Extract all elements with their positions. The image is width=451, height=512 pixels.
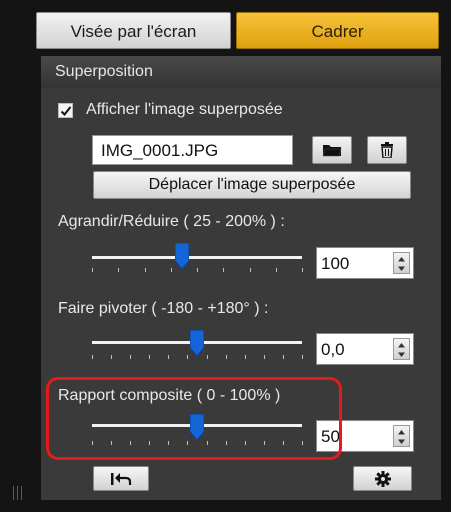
rotate-slider-label: Faire pivoter ( -180 - +180° ) : bbox=[58, 300, 269, 317]
grip-line bbox=[17, 486, 18, 500]
folder-icon bbox=[322, 145, 342, 157]
rotate-value-field[interactable]: 0,0 bbox=[316, 333, 414, 365]
rotate-slider-thumb[interactable] bbox=[190, 330, 204, 356]
show-overlay-label: Afficher l'image superposée bbox=[86, 101, 283, 118]
resize-slider-ticks bbox=[92, 268, 304, 274]
slider-tick bbox=[223, 268, 224, 272]
resize-slider-thumb[interactable] bbox=[175, 243, 189, 269]
slider-tick bbox=[145, 268, 146, 272]
slider-tick bbox=[92, 268, 93, 272]
slider-tick bbox=[302, 355, 303, 359]
slider-tick bbox=[226, 355, 227, 359]
resize-slider-label: Agrandir/Réduire ( 25 - 200% ) : bbox=[58, 213, 285, 230]
slider-tick bbox=[187, 355, 188, 359]
slider-tick bbox=[276, 268, 277, 272]
section-title: Superposition bbox=[41, 56, 441, 88]
resize-slider-track[interactable] bbox=[92, 256, 302, 259]
grip-line bbox=[13, 486, 14, 500]
resize-spinner[interactable] bbox=[393, 252, 410, 274]
rotate-spinner[interactable] bbox=[393, 338, 410, 360]
slider-tick bbox=[207, 355, 208, 359]
panel-resize-grip[interactable] bbox=[0, 440, 40, 512]
composite-spinner[interactable] bbox=[393, 425, 410, 447]
slider-tick bbox=[118, 268, 119, 272]
slider-tick bbox=[92, 355, 93, 359]
slider-tick bbox=[130, 355, 131, 359]
slider-tick bbox=[149, 355, 150, 359]
spinner-arrows-icon bbox=[398, 343, 405, 357]
rotate-value: 0,0 bbox=[321, 340, 345, 359]
slider-tick bbox=[264, 355, 265, 359]
resize-value: 100 bbox=[321, 254, 350, 273]
slider-tick bbox=[111, 355, 112, 359]
slider-tick bbox=[171, 268, 172, 272]
move-overlay-button[interactable]: Déplacer l'image superposée bbox=[93, 171, 411, 199]
overlay-filename-field[interactable]: IMG_0001.JPG bbox=[92, 135, 293, 165]
tab-visee-ecran[interactable]: Visée par l'écran bbox=[36, 12, 231, 49]
settings-button[interactable] bbox=[353, 466, 412, 491]
checkmark-icon bbox=[60, 106, 72, 116]
overlay-panel: Visée par l'écran Cadrer Superposition A… bbox=[0, 0, 451, 512]
reset-icon bbox=[111, 472, 132, 485]
spinner-arrows-icon bbox=[398, 430, 405, 444]
spinner-arrows-icon bbox=[398, 257, 405, 271]
resize-value-field[interactable]: 100 bbox=[316, 247, 414, 279]
slider-tick bbox=[245, 355, 246, 359]
delete-overlay-button[interactable] bbox=[367, 136, 407, 164]
slider-tick bbox=[197, 268, 198, 272]
tab-cadrer[interactable]: Cadrer bbox=[236, 12, 439, 49]
reset-button[interactable] bbox=[93, 466, 149, 491]
gear-icon bbox=[374, 470, 391, 487]
grip-line bbox=[21, 486, 22, 500]
trash-icon bbox=[381, 142, 393, 158]
show-overlay-checkbox[interactable] bbox=[58, 103, 73, 118]
highlight-annotation bbox=[46, 377, 342, 460]
slider-tick bbox=[168, 355, 169, 359]
slider-tick bbox=[302, 268, 303, 272]
slider-tick bbox=[283, 355, 284, 359]
open-folder-button[interactable] bbox=[312, 136, 352, 164]
slider-tick bbox=[250, 268, 251, 272]
